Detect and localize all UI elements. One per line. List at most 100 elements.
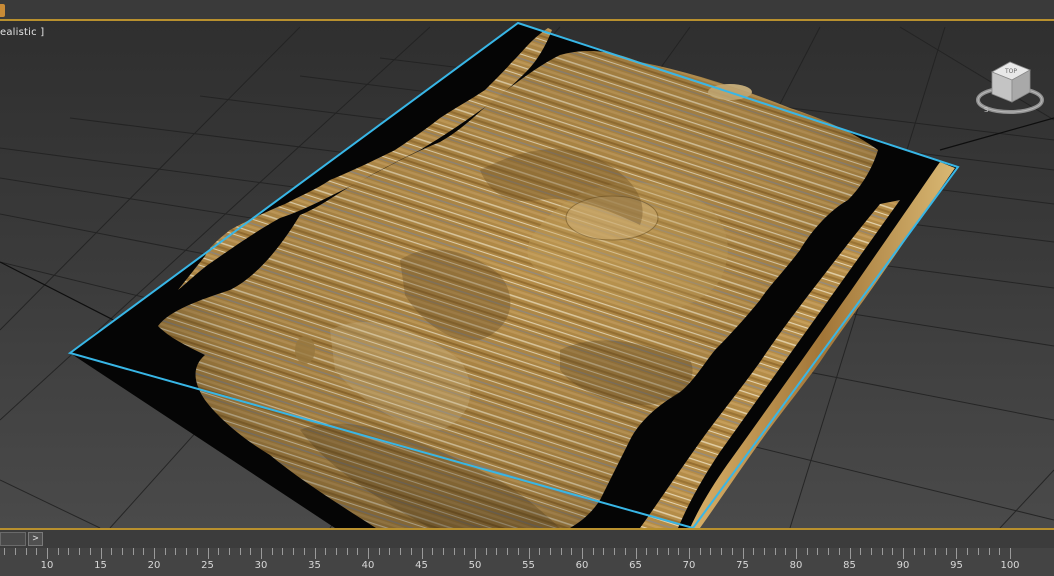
ruler-tick bbox=[743, 548, 744, 559]
ruler-label: 20 bbox=[147, 560, 161, 571]
ruler-tick bbox=[186, 548, 187, 555]
ruler-tick bbox=[111, 548, 112, 555]
ruler-label: 90 bbox=[896, 560, 910, 571]
ruler-tick bbox=[175, 548, 176, 555]
ruler-tick bbox=[496, 548, 497, 555]
ruler-tick bbox=[625, 548, 626, 555]
ruler-tick bbox=[68, 548, 69, 555]
ruler-tick bbox=[668, 548, 669, 555]
ruler-tick bbox=[657, 548, 658, 555]
ruler-tick bbox=[721, 548, 722, 555]
ruler-tick bbox=[101, 548, 102, 559]
ruler-tick bbox=[122, 548, 123, 555]
ruler-label: 60 bbox=[575, 560, 589, 571]
ruler-tick bbox=[700, 548, 701, 555]
time-slider-thumb[interactable] bbox=[0, 532, 26, 546]
ruler-tick bbox=[229, 548, 230, 555]
ruler-label: 35 bbox=[308, 560, 321, 571]
ruler-tick bbox=[15, 548, 16, 555]
next-frame-button[interactable]: > bbox=[28, 532, 43, 546]
ruler-label: 85 bbox=[843, 560, 856, 571]
viewport-menu-button[interactable] bbox=[0, 4, 5, 17]
ruler-tick bbox=[529, 548, 530, 559]
ruler-tick bbox=[165, 548, 166, 555]
ruler-tick bbox=[197, 548, 198, 555]
ruler-tick bbox=[347, 548, 348, 555]
ruler-label: 80 bbox=[789, 560, 803, 571]
ruler-tick bbox=[999, 548, 1000, 555]
ruler-tick bbox=[946, 548, 947, 555]
ruler-tick bbox=[315, 548, 316, 559]
ruler-tick bbox=[892, 548, 893, 555]
ruler-tick bbox=[1010, 548, 1011, 559]
ruler-tick bbox=[486, 548, 487, 555]
ruler-tick bbox=[26, 548, 27, 555]
ruler-tick bbox=[443, 548, 444, 555]
ruler-tick bbox=[272, 548, 273, 555]
ruler-tick bbox=[593, 548, 594, 555]
ruler-label: 75 bbox=[736, 560, 749, 571]
ruler-tick bbox=[603, 548, 604, 555]
ruler-label: 40 bbox=[361, 560, 375, 571]
ruler-tick bbox=[924, 548, 925, 555]
ruler-tick bbox=[411, 548, 412, 555]
ruler-tick bbox=[561, 548, 562, 555]
ruler-tick bbox=[464, 548, 465, 555]
terrain-mesh[interactable] bbox=[67, 21, 960, 528]
perspective-viewport[interactable]: ealistic ] TOP S bbox=[0, 21, 1054, 528]
viewport-scene[interactable] bbox=[0, 21, 1054, 528]
ruler-label: 25 bbox=[201, 560, 214, 571]
ruler-tick bbox=[935, 548, 936, 555]
ruler-tick bbox=[571, 548, 572, 555]
ruler-tick bbox=[422, 548, 423, 559]
ruler-tick bbox=[79, 548, 80, 555]
ruler-label: 95 bbox=[950, 560, 963, 571]
ruler-tick bbox=[989, 548, 990, 555]
ruler-tick bbox=[614, 548, 615, 555]
ruler-tick bbox=[208, 548, 209, 559]
ruler-tick bbox=[154, 548, 155, 559]
ruler-label: 50 bbox=[468, 560, 482, 571]
time-slider-bar[interactable]: > bbox=[0, 528, 1054, 548]
track-bar-ruler[interactable]: 10 15 20 25 30 35 40 45 50 55 60 65 70 75 80 85 90 95 100 bbox=[0, 548, 1054, 576]
app-window: ealistic ] TOP S > 10 15 20 25 30 35 40 45 50 55 6… bbox=[0, 0, 1054, 576]
viewcube-icon[interactable]: TOP S bbox=[974, 54, 1050, 120]
ruler-tick bbox=[218, 548, 219, 555]
ruler-tick bbox=[582, 548, 583, 559]
ruler-label: 10 bbox=[40, 560, 54, 571]
viewcube[interactable]: TOP S bbox=[974, 54, 1050, 120]
ruler-tick bbox=[796, 548, 797, 559]
ruler-tick bbox=[389, 548, 390, 555]
ruler-label: 30 bbox=[254, 560, 268, 571]
ruler-label: 55 bbox=[522, 560, 535, 571]
ruler-tick bbox=[379, 548, 380, 555]
ruler-tick bbox=[807, 548, 808, 555]
viewcube-face-label: TOP bbox=[1004, 68, 1017, 75]
ruler-tick bbox=[143, 548, 144, 555]
ruler-tick bbox=[828, 548, 829, 555]
ruler-tick bbox=[304, 548, 305, 555]
ruler-tick bbox=[336, 548, 337, 555]
ruler-tick bbox=[58, 548, 59, 555]
ruler-tick bbox=[764, 548, 765, 555]
ruler-tick bbox=[956, 548, 957, 559]
ruler-tick bbox=[539, 548, 540, 555]
ruler-tick bbox=[689, 548, 690, 559]
ruler-tick bbox=[368, 548, 369, 559]
svg-text:S: S bbox=[984, 106, 989, 114]
viewport-shading-label[interactable]: ealistic ] bbox=[0, 27, 44, 38]
ruler-tick bbox=[967, 548, 968, 555]
ruler-tick bbox=[507, 548, 508, 555]
ruler-tick bbox=[454, 548, 455, 555]
ruler-tick bbox=[636, 548, 637, 559]
ruler-tick bbox=[293, 548, 294, 555]
ruler-tick bbox=[518, 548, 519, 555]
ruler-tick bbox=[753, 548, 754, 555]
ruler-tick bbox=[357, 548, 358, 555]
ruler-tick bbox=[860, 548, 861, 555]
ruler-tick bbox=[282, 548, 283, 555]
ruler-tick bbox=[90, 548, 91, 555]
ruler-tick bbox=[36, 548, 37, 555]
ruler-tick bbox=[133, 548, 134, 555]
ruler-tick bbox=[914, 548, 915, 555]
